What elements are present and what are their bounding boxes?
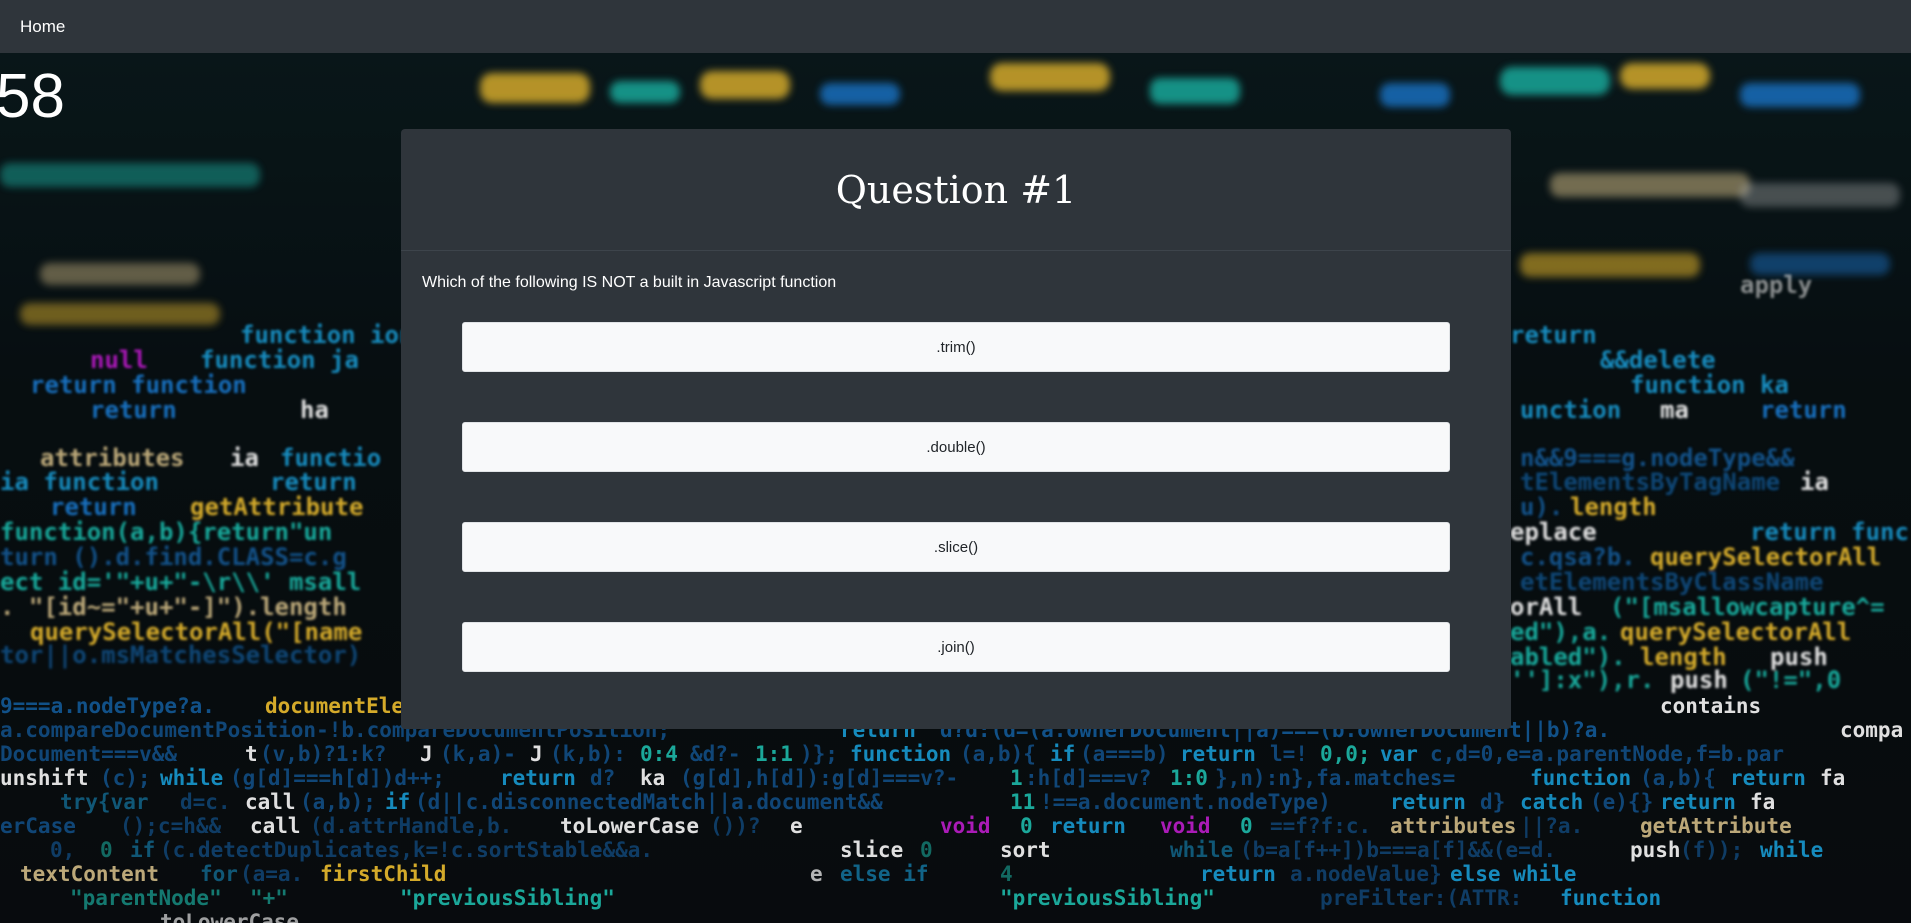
nav-home-link[interactable]: Home bbox=[20, 17, 65, 37]
countdown-timer: 58 bbox=[0, 62, 65, 131]
question-card-header: Question #1 bbox=[401, 129, 1511, 251]
question-text: Which of the following IS NOT a built in… bbox=[422, 274, 837, 291]
question-card: Question #1 Which of the following IS NO… bbox=[401, 129, 1511, 729]
question-title: Question #1 bbox=[835, 167, 1077, 212]
answer-button[interactable]: .trim() bbox=[462, 322, 1450, 372]
answer-button[interactable]: .slice() bbox=[462, 522, 1450, 572]
answer-list: .trim() .double() .slice() .join() bbox=[401, 322, 1511, 672]
answer-button[interactable]: .join() bbox=[462, 622, 1450, 672]
answer-button[interactable]: .double() bbox=[462, 422, 1450, 472]
top-navbar: Home bbox=[0, 0, 1911, 53]
